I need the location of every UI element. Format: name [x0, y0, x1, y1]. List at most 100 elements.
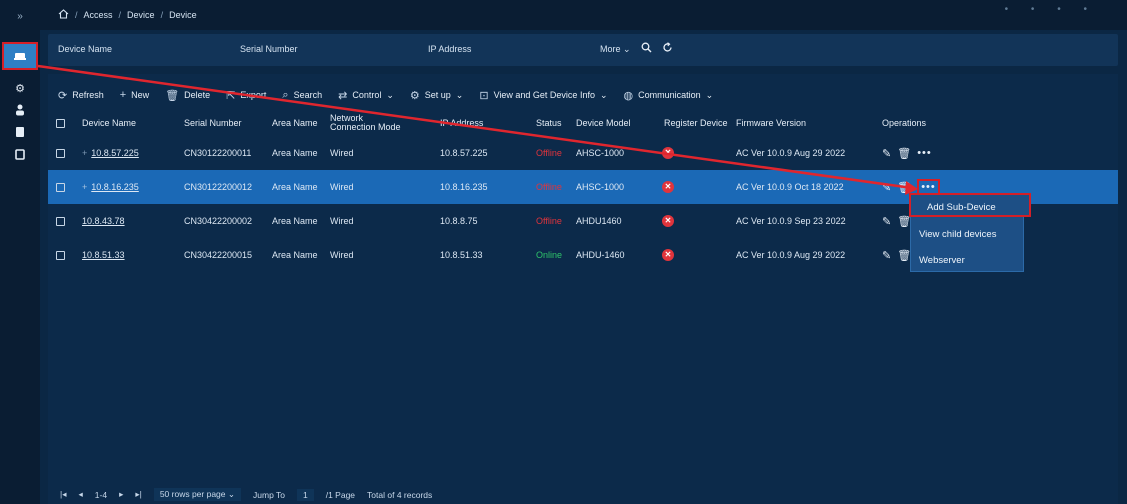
row-checkbox[interactable]: [56, 216, 65, 226]
menu-item-view-child-devices[interactable]: View child devices: [919, 229, 996, 240]
status-badge: Offline: [536, 182, 562, 192]
mode-cell: Wired: [330, 250, 354, 260]
first-page-icon[interactable]: |◂: [60, 489, 66, 500]
double-chevron-right-icon[interactable]: »: [7, 6, 33, 26]
col-register-device[interactable]: Register Device: [664, 118, 728, 128]
toolbar: ⟳ Refresh + New 🗑 Delete ⇱ Export ⌕ Search ⇄ C…: [58, 84, 713, 106]
home-icon[interactable]: [58, 9, 69, 21]
search-icon[interactable]: [641, 42, 652, 56]
refresh-button[interactable]: ⟳ Refresh: [58, 89, 104, 102]
search-button[interactable]: ⌕ Search: [282, 89, 322, 102]
device-name-link[interactable]: 10.8.51.33: [82, 250, 125, 260]
col-ip-address[interactable]: IP Address: [440, 118, 483, 128]
model-cell: AHSC-1000: [576, 182, 625, 192]
jump-to-label: Jump To: [253, 489, 285, 500]
refresh-icon: ⟳: [58, 89, 68, 102]
doc-icon[interactable]: [7, 122, 33, 142]
pagination: |◂ ◂ 1-4 ▸ ▸| 50 rows per page ⌄ Jump To…: [60, 488, 432, 501]
area-cell: Area Name: [272, 250, 318, 260]
device-name-link[interactable]: 10.8.43.78: [82, 216, 125, 226]
delete-button[interactable]: 🗑 Delete: [165, 89, 210, 102]
device-name-link[interactable]: 10.8.57.225: [91, 148, 139, 158]
new-label: New: [131, 90, 150, 100]
ip-address-filter[interactable]: IP Address: [428, 44, 471, 54]
serial-number-filter[interactable]: Serial Number: [240, 44, 298, 54]
row-checkbox[interactable]: [56, 250, 65, 260]
breadcrumb-item-current: Device: [169, 10, 197, 20]
breadcrumb-separator: /: [75, 10, 78, 20]
breadcrumb-item-access[interactable]: Access: [84, 10, 113, 20]
edit-icon[interactable]: ✎: [882, 215, 891, 228]
register-status-icon: ✕: [662, 215, 674, 227]
ip-cell: 10.8.57.225: [440, 148, 488, 158]
col-device-name[interactable]: Device Name: [82, 118, 136, 128]
search-label: Search: [293, 90, 323, 100]
communication-menu[interactable]: ◍ Communication ⌄: [624, 89, 714, 102]
breadcrumb-item-device[interactable]: Device: [127, 10, 155, 20]
status-badge: Online: [536, 250, 563, 260]
filter-actions: More ⌄: [600, 42, 673, 56]
device-name-link[interactable]: 10.8.16.235: [91, 182, 139, 192]
more-label: More: [600, 43, 621, 54]
status-badge: Offline: [536, 216, 562, 226]
more-icon[interactable]: •••: [917, 147, 932, 159]
setup-label: Set up: [424, 90, 451, 100]
mode-cell: Wired: [330, 216, 354, 226]
model-cell: AHDU-1460: [576, 250, 625, 260]
area-cell: Area Name: [272, 216, 318, 226]
chevron-down-icon: ⌄: [623, 43, 631, 54]
globe-icon: ◍: [623, 89, 634, 102]
square-icon[interactable]: [7, 144, 33, 164]
person-icon[interactable]: [7, 100, 33, 120]
ip-cell: 10.8.16.235: [440, 182, 488, 192]
col-device-model[interactable]: Device Model: [576, 118, 631, 128]
row-checkbox[interactable]: [56, 182, 65, 192]
reset-icon[interactable]: [662, 42, 673, 56]
search-icon: ⌕: [282, 88, 289, 101]
menu-item-webserver[interactable]: Webserver: [919, 255, 965, 266]
expand-icon[interactable]: +: [82, 182, 87, 192]
prev-page-icon[interactable]: ◂: [78, 489, 82, 500]
col-network-connection-mode[interactable]: Network Connection Mode: [330, 114, 410, 132]
table-row[interactable]: +10.8.57.225 CN30122200011 Area Name Wir…: [48, 136, 1118, 170]
export-icon: ⇱: [226, 89, 236, 102]
select-all-checkbox[interactable]: [56, 118, 65, 128]
col-serial-number[interactable]: Serial Number: [184, 118, 242, 128]
expand-icon[interactable]: +: [82, 148, 87, 158]
setup-menu[interactable]: ⚙ Set up ⌄: [410, 89, 463, 102]
view-get-info-menu[interactable]: ⊡ View and Get Device Info ⌄: [479, 89, 607, 102]
menu-item-add-sub-device[interactable]: Add Sub-Device: [909, 193, 1031, 217]
gear-icon[interactable]: ⚙: [7, 78, 33, 98]
more-filters-button[interactable]: More ⌄: [600, 44, 631, 55]
row-checkbox[interactable]: [56, 148, 65, 158]
breadcrumb-separator: /: [118, 10, 122, 20]
device-icon[interactable]: [2, 42, 38, 70]
last-page-icon[interactable]: ▸|: [135, 489, 141, 500]
area-cell: Area Name: [272, 182, 318, 192]
col-firmware-version[interactable]: Firmware Version: [736, 118, 806, 128]
edit-icon[interactable]: ✎: [882, 147, 891, 160]
export-button[interactable]: ⇱ Export: [226, 89, 266, 102]
edit-icon[interactable]: ✎: [882, 249, 891, 262]
edit-icon[interactable]: ✎: [882, 181, 891, 194]
trash-icon[interactable]: 🗑: [897, 181, 911, 194]
firmware-cell: AC Ver 10.0.9 Aug 29 2022: [736, 250, 846, 260]
page-range: 1-4: [94, 489, 108, 500]
next-page-icon[interactable]: ▸: [119, 489, 123, 500]
ip-cell: 10.8.51.33: [440, 250, 483, 260]
trash-icon[interactable]: 🗑: [897, 147, 911, 160]
control-menu[interactable]: ⇄ Control ⌄: [338, 89, 394, 102]
rows-per-page-select[interactable]: 50 rows per page ⌄: [153, 488, 242, 501]
table-header: Device Name Serial Number Area Name Netw…: [48, 110, 1118, 136]
refresh-label: Refresh: [72, 90, 104, 100]
new-button[interactable]: + New: [120, 89, 149, 101]
more-actions-dropdown: Add Sub-Device View child devices Webser…: [909, 193, 1031, 272]
filter-bar: Device Name Serial Number IP Address Mor…: [48, 34, 1118, 66]
col-area-name[interactable]: Area Name: [272, 118, 318, 128]
control-label: Control: [352, 90, 382, 100]
firmware-cell: AC Ver 10.0.9 Sep 23 2022: [736, 216, 846, 226]
col-status[interactable]: Status: [536, 118, 562, 128]
model-cell: AHDU1460: [576, 216, 622, 226]
page-input[interactable]: 1: [297, 488, 314, 501]
device-name-filter[interactable]: Device Name: [58, 44, 112, 54]
